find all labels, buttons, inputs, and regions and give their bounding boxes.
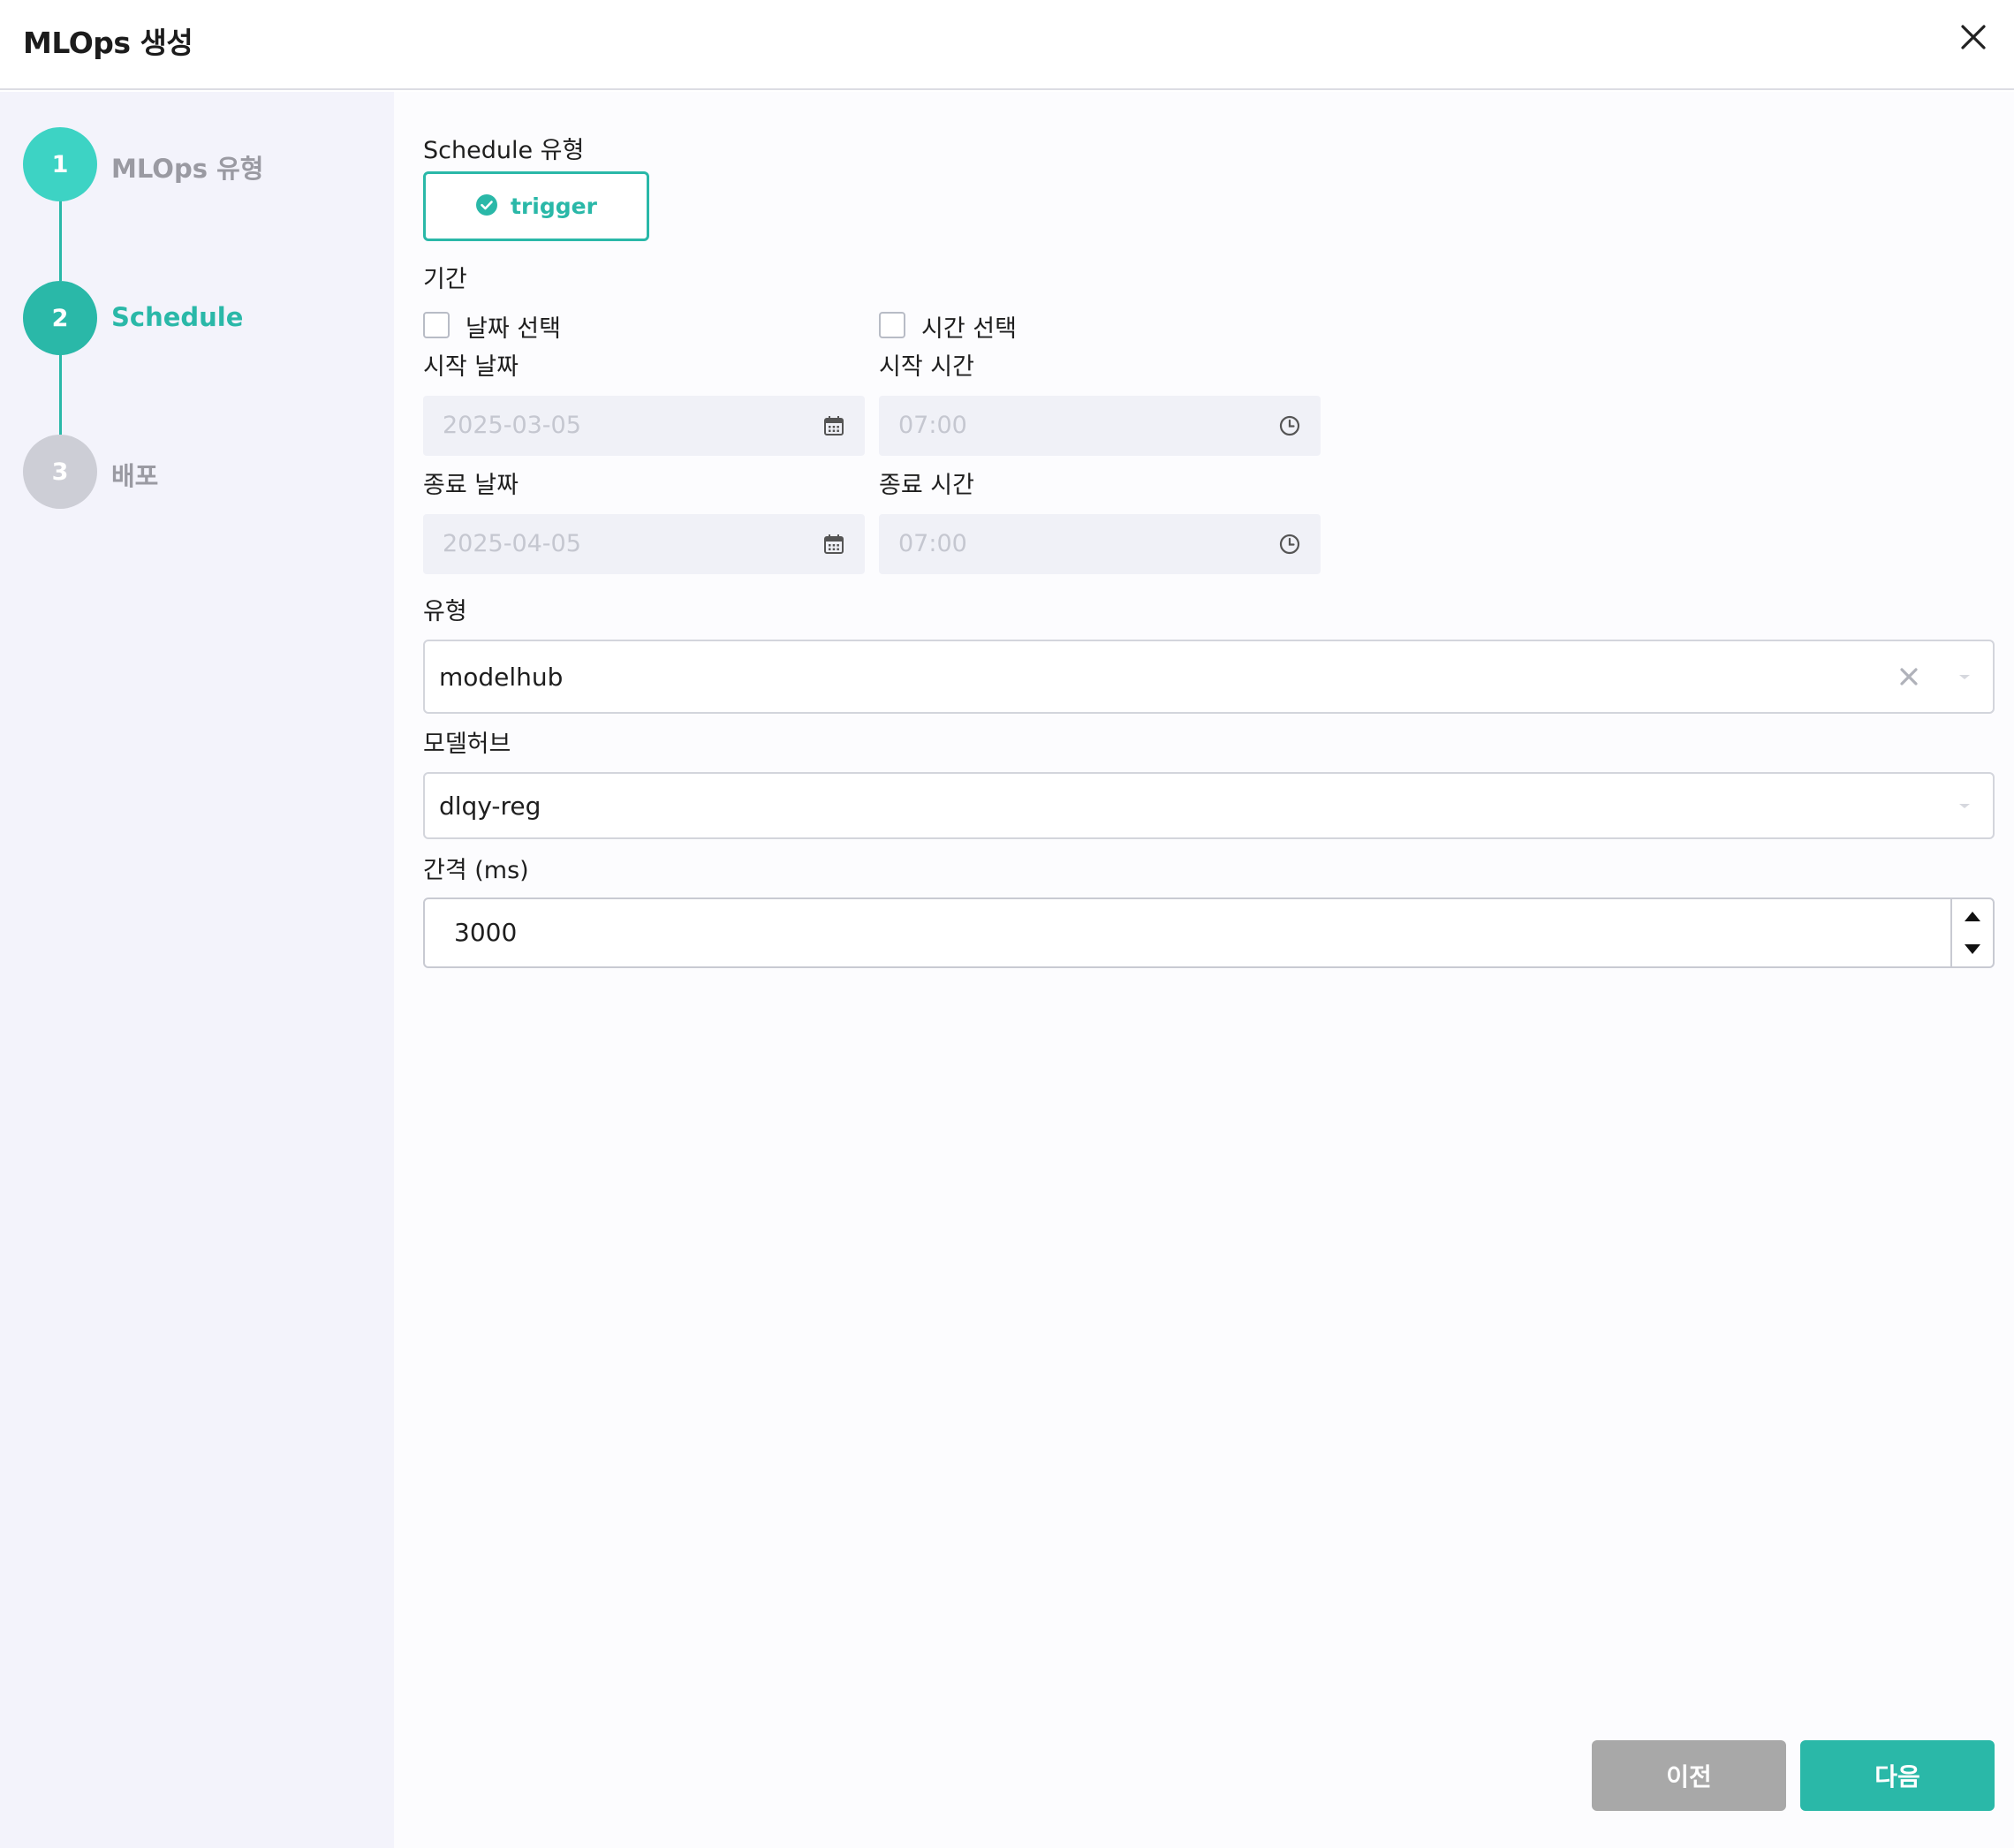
modelhub-label: 모델허브 (423, 731, 511, 758)
step-3-label[interactable]: 배포 (111, 456, 158, 493)
decrement-arrow-icon[interactable] (1952, 933, 1993, 966)
step-2-label[interactable]: Schedule (111, 302, 243, 332)
dialog-title: MLOps 생성 (23, 26, 193, 60)
end-time-input[interactable]: 07:00 (879, 514, 1321, 574)
type-select-value: modelhub (439, 663, 564, 692)
start-date-input[interactable]: 2025-03-05 (423, 396, 865, 456)
end-date-value: 2025-04-05 (443, 530, 581, 557)
calendar-icon[interactable] (822, 414, 845, 437)
period-label: 기간 (423, 266, 467, 293)
interval-label: 간격 (ms) (423, 857, 529, 884)
clock-icon[interactable] (1278, 533, 1301, 556)
time-select-checkbox[interactable] (879, 312, 905, 338)
trigger-option-button[interactable]: trigger (423, 171, 649, 241)
chevron-down-icon[interactable] (1956, 668, 1973, 685)
step-1-label[interactable]: MLOps 유형 (111, 148, 263, 186)
close-icon[interactable] (1954, 18, 1993, 57)
step-connector (59, 200, 62, 281)
chevron-down-icon[interactable] (1956, 797, 1973, 814)
stepper-sidebar: 1 MLOps 유형 2 Schedule 3 배포 (0, 92, 394, 1848)
start-time-value: 07:00 (898, 412, 967, 439)
type-select[interactable]: modelhub (423, 640, 1995, 714)
main-content (394, 92, 2014, 1848)
prev-button[interactable]: 이전 (1592, 1740, 1786, 1811)
clear-icon[interactable] (1897, 665, 1920, 688)
end-date-input[interactable]: 2025-04-05 (423, 514, 865, 574)
modelhub-select[interactable]: dlqy-reg (423, 772, 1995, 839)
dialog-header: MLOps 생성 (0, 0, 2014, 90)
step-1-circle[interactable]: 1 (23, 127, 97, 201)
calendar-icon[interactable] (822, 533, 845, 556)
step-connector (59, 353, 62, 435)
schedule-type-label: Schedule 유형 (423, 137, 585, 164)
start-date-label: 시작 날짜 (423, 353, 519, 381)
date-select-label[interactable]: 날짜 선택 (466, 309, 561, 344)
interval-number-input[interactable]: 3000 (423, 897, 1995, 968)
interval-value: 3000 (454, 918, 518, 947)
interval-stepper (1950, 899, 1993, 966)
end-date-label: 종료 날짜 (423, 472, 519, 499)
trigger-option-label: trigger (511, 193, 597, 219)
step-3-circle[interactable]: 3 (23, 435, 97, 509)
next-button[interactable]: 다음 (1800, 1740, 1995, 1811)
step-2-circle[interactable]: 2 (23, 281, 97, 355)
start-time-label: 시작 시간 (879, 353, 974, 381)
start-time-input[interactable]: 07:00 (879, 396, 1321, 456)
clock-icon[interactable] (1278, 414, 1301, 437)
modelhub-select-value: dlqy-reg (439, 791, 541, 821)
end-time-value: 07:00 (898, 530, 967, 557)
date-select-checkbox[interactable] (423, 312, 450, 338)
time-select-label[interactable]: 시간 선택 (921, 309, 1017, 344)
end-time-label: 종료 시간 (879, 472, 974, 499)
type-label: 유형 (423, 598, 467, 625)
start-date-value: 2025-03-05 (443, 412, 581, 439)
check-circle-icon (475, 193, 498, 220)
increment-arrow-icon[interactable] (1952, 899, 1993, 933)
